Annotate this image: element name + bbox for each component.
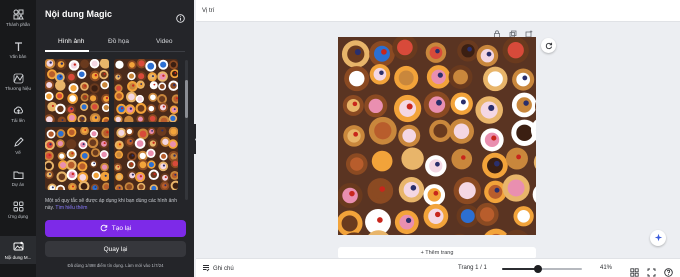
panel-title: Nội dung Magic bbox=[45, 9, 112, 19]
regenerate-label: Tạo lại bbox=[111, 225, 132, 232]
position-button[interactable]: Vị trí bbox=[202, 8, 214, 14]
grid-view-icon[interactable] bbox=[630, 264, 639, 277]
rail-item-brand[interactable]: Thương hiệu bbox=[0, 72, 36, 91]
elements-icon bbox=[12, 8, 24, 20]
generated-image-4[interactable] bbox=[114, 127, 178, 190]
info-icon[interactable] bbox=[176, 10, 185, 28]
tab-graphics[interactable]: Đồ họa bbox=[108, 38, 129, 45]
editor-bottombar: Ghi chú Trang 1 / 1 41% bbox=[196, 258, 680, 277]
rail-item-magic-media[interactable]: Nội dung M... bbox=[0, 236, 36, 264]
regenerate-button[interactable]: Tạo lại bbox=[45, 220, 186, 237]
back-label: Quay lại bbox=[103, 245, 128, 253]
rail-item-projects[interactable]: Dự án bbox=[0, 168, 36, 187]
rail-item-elements[interactable]: Thành phần bbox=[0, 8, 36, 27]
tab-images[interactable]: Hình ảnh bbox=[58, 38, 84, 45]
rail-item-uploads[interactable]: Tải lên bbox=[0, 104, 36, 123]
zoom-level[interactable]: 41% bbox=[600, 265, 612, 271]
generated-image-2[interactable] bbox=[114, 59, 178, 122]
learn-more-link[interactable]: Tìm hiểu thêm bbox=[55, 205, 87, 211]
panel-tabs: Hình ảnh Đồ họa Video bbox=[45, 38, 185, 52]
projects-icon bbox=[12, 168, 24, 180]
apps-icon bbox=[12, 200, 24, 212]
rail-label: Dự án bbox=[11, 182, 25, 187]
rail-label: Nội dung M... bbox=[4, 254, 32, 260]
zoom-slider-fill bbox=[502, 268, 539, 270]
generated-image-3[interactable] bbox=[45, 127, 109, 190]
upload-icon bbox=[12, 104, 24, 116]
notes-label: Ghi chú bbox=[213, 266, 234, 272]
rail-label: Thành phần bbox=[5, 22, 31, 27]
editor-topbar: Vị trí bbox=[196, 0, 680, 22]
rotate-icon bbox=[545, 37, 553, 55]
left-rail: Thành phần Văn bản Thương hiệu Tải lên V… bbox=[0, 0, 36, 277]
rail-item-apps[interactable]: Ứng dụng bbox=[0, 200, 36, 219]
fullscreen-icon[interactable] bbox=[647, 264, 656, 277]
regenerate-floating-button[interactable] bbox=[541, 38, 556, 53]
magic-media-icon bbox=[12, 241, 24, 253]
rail-label: Vẽ bbox=[15, 150, 21, 155]
usage-notice: Một số quy tắc sẽ được áp dụng khi bạn d… bbox=[45, 198, 185, 212]
rail-item-text[interactable]: Văn bản bbox=[0, 40, 36, 59]
page-indicator[interactable]: Trang 1 / 1 bbox=[458, 265, 487, 271]
draw-icon bbox=[12, 136, 24, 148]
text-icon bbox=[12, 40, 24, 52]
generated-image-1[interactable] bbox=[45, 59, 109, 122]
panel-scrollbar-thumb[interactable] bbox=[185, 80, 188, 118]
rail-label: Ứng dụng bbox=[7, 214, 29, 219]
rail-item-draw[interactable]: Vẽ bbox=[0, 136, 36, 155]
brand-icon bbox=[12, 72, 24, 84]
design-artboard[interactable] bbox=[338, 37, 536, 235]
active-tab-indicator bbox=[45, 50, 89, 52]
tab-video[interactable]: Video bbox=[156, 38, 173, 45]
rail-label: Thương hiệu bbox=[5, 86, 31, 91]
zoom-slider-knob[interactable] bbox=[534, 265, 543, 273]
rail-label: Tải lên bbox=[11, 118, 25, 123]
refresh-icon bbox=[100, 224, 108, 234]
back-button[interactable]: Quay lại bbox=[45, 241, 186, 257]
notes-icon bbox=[202, 264, 210, 274]
sparkle-icon bbox=[654, 229, 663, 247]
credits-footnote: Đã dùng 1/498 điểm tín dụng. Làm mới vào… bbox=[67, 263, 164, 268]
help-icon[interactable] bbox=[664, 264, 673, 277]
notes-button[interactable]: Ghi chú bbox=[202, 264, 234, 274]
magic-assistant-button[interactable] bbox=[650, 230, 666, 246]
rail-label: Văn bản bbox=[9, 54, 27, 59]
